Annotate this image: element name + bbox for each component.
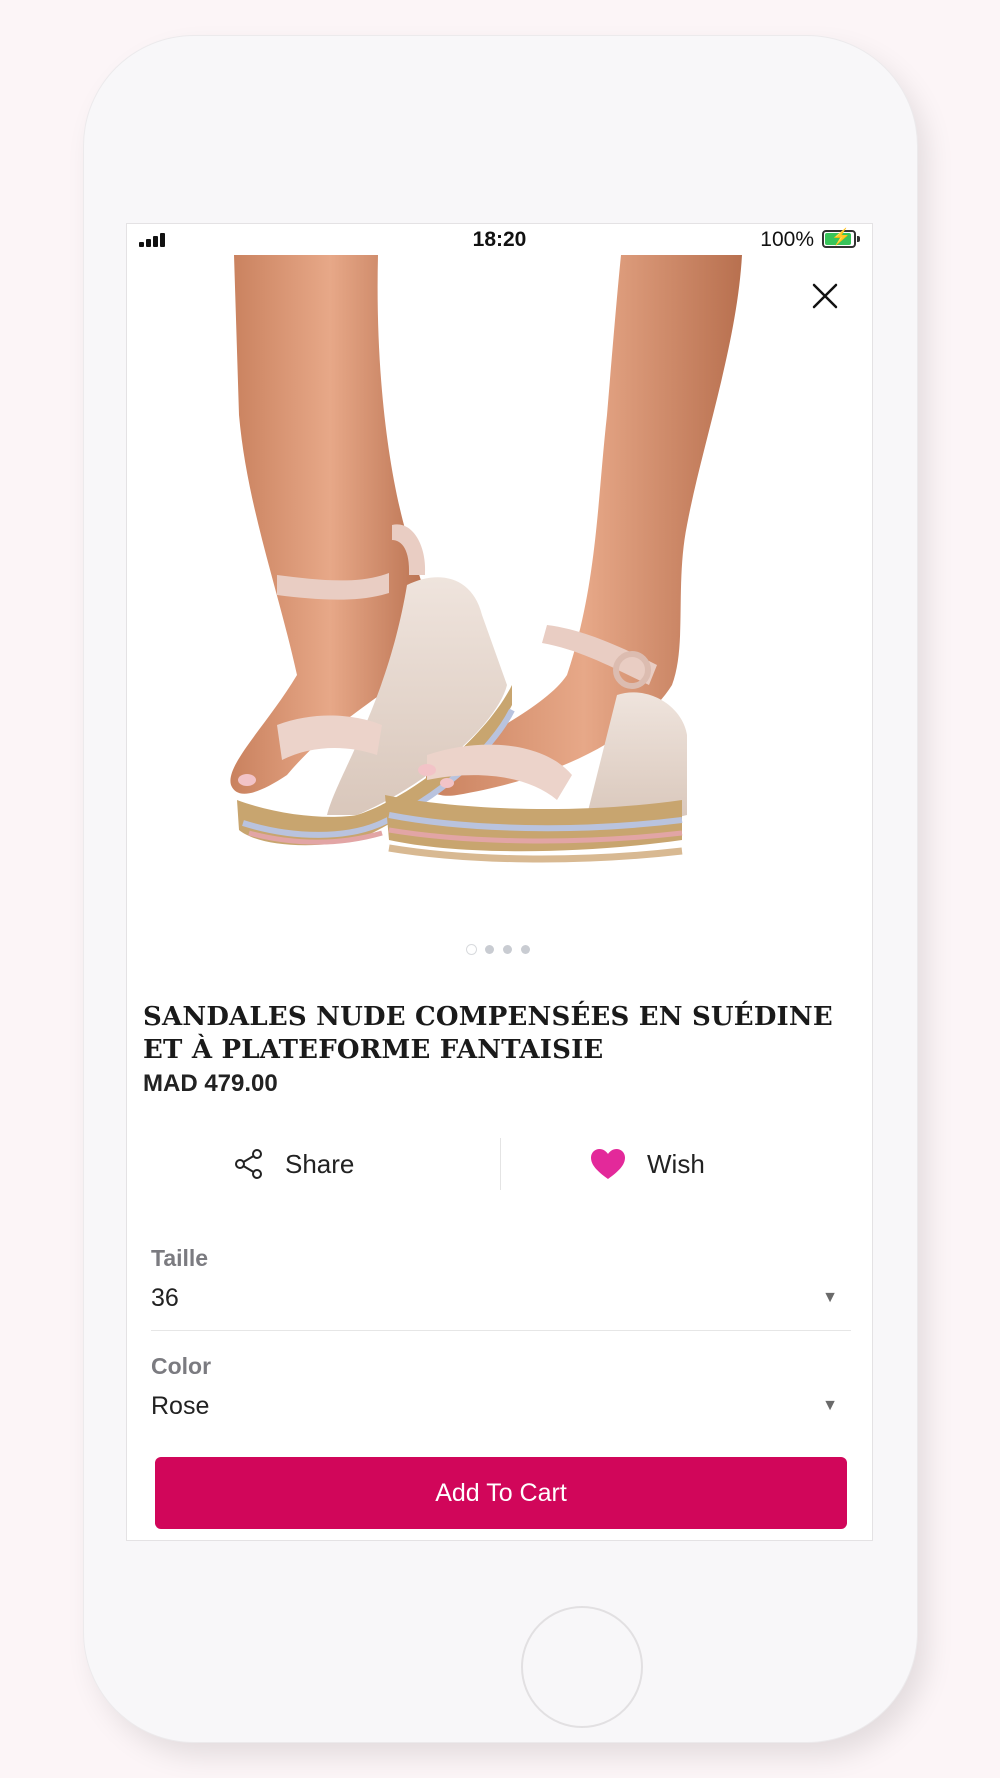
product-photo <box>127 255 872 968</box>
color-dropdown-icon[interactable]: ▼ <box>822 1397 838 1415</box>
product-actions: Share Wish <box>127 1134 872 1194</box>
color-select[interactable]: Rose <box>151 1392 209 1421</box>
carousel-dot[interactable] <box>467 945 476 954</box>
heart-icon <box>591 1149 625 1179</box>
color-label: Color <box>151 1353 212 1379</box>
size-select[interactable]: 36 <box>151 1284 179 1313</box>
wish-button[interactable]: Wish <box>589 1134 705 1194</box>
carousel-dot[interactable] <box>503 945 512 954</box>
share-label: Share <box>285 1148 355 1179</box>
carousel-dot[interactable] <box>521 945 530 954</box>
carousel-dots[interactable] <box>467 945 530 954</box>
size-dropdown-icon[interactable]: ▼ <box>822 1289 838 1307</box>
action-divider <box>500 1138 501 1190</box>
close-icon[interactable] <box>806 277 844 315</box>
app-screen: 18:20 100% ⚡ SANDALES NUDE COMPENSÉES EN… <box>126 223 873 1541</box>
wish-label: Wish <box>647 1148 705 1179</box>
share-button[interactable]: Share <box>233 1134 354 1194</box>
product-price: MAD 479.00 <box>143 1070 278 1097</box>
battery-icon: ⚡ <box>822 229 860 248</box>
home-button[interactable] <box>521 1606 643 1728</box>
add-to-cart-button[interactable]: Add To Cart <box>155 1457 847 1529</box>
product-title: SANDALES NUDE COMPENSÉES EN SUÉDINE ET À… <box>143 1002 833 1065</box>
product-image-gallery[interactable] <box>127 255 872 968</box>
carousel-dot[interactable] <box>485 945 494 954</box>
size-label: Taille <box>151 1245 209 1271</box>
size-field-underline <box>151 1330 851 1331</box>
share-icon <box>235 1149 262 1179</box>
status-bar: 18:20 100% ⚡ <box>127 224 872 254</box>
battery-percentage: 100% <box>760 228 814 251</box>
